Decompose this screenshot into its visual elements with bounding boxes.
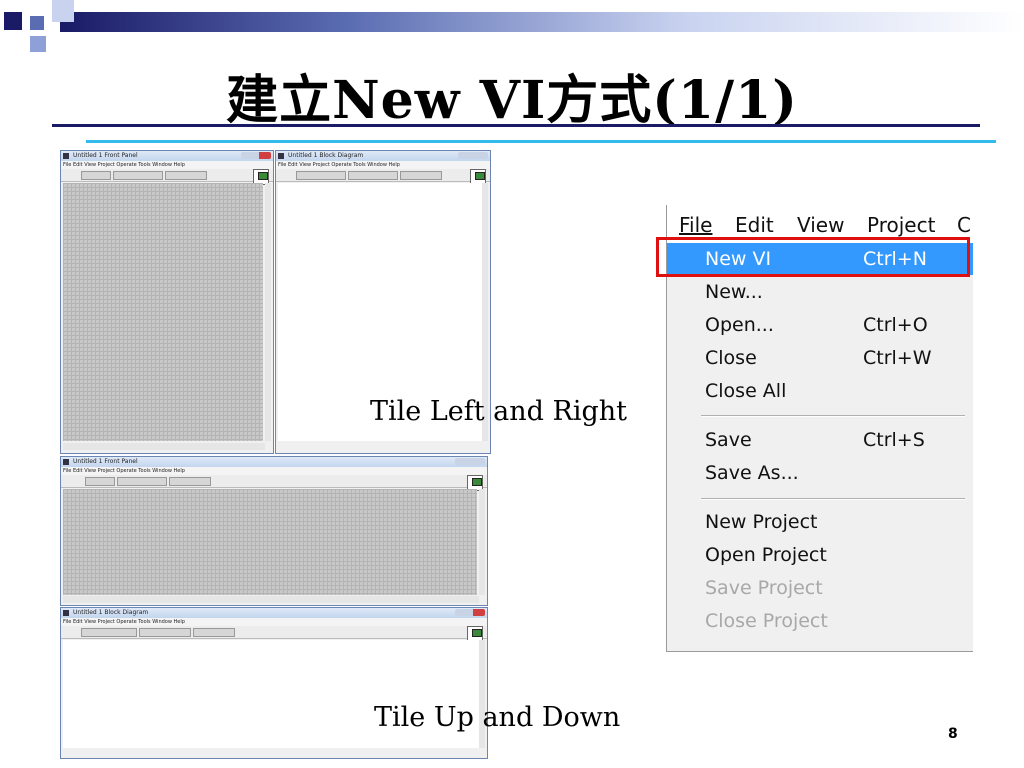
window-menubar: File Edit View Project Operate Tools Win… <box>61 467 487 475</box>
window-toolbar <box>61 475 487 491</box>
run-buttons <box>81 171 111 180</box>
decor-square <box>30 16 44 30</box>
window-controls <box>458 152 488 159</box>
decor-square <box>52 0 74 22</box>
window-title: Untitled 1 Block Diagram <box>288 152 364 159</box>
front-panel-window-left: Untitled 1 Front Panel File Edit View Pr… <box>60 150 274 454</box>
window-controls <box>455 609 485 616</box>
accent-line <box>86 140 996 143</box>
menu-separator <box>701 498 965 500</box>
front-panel-window-top: Untitled 1 Front Panel File Edit View Pr… <box>60 456 488 606</box>
run-buttons <box>85 477 115 486</box>
page-number: 8 <box>948 726 958 742</box>
menu-cut-off[interactable]: C <box>957 213 971 237</box>
menu-edit[interactable]: Edit <box>735 213 774 237</box>
menu-item-save[interactable]: Save Ctrl+S <box>667 424 973 456</box>
font-selector <box>348 171 398 180</box>
labview-icon <box>63 153 69 159</box>
menu-item-label: Save As... <box>705 462 799 484</box>
font-selector <box>117 477 167 486</box>
menu-item-new-project[interactable]: New Project <box>667 506 973 538</box>
menu-item-label: New Project <box>705 511 818 533</box>
scrollbar <box>63 596 479 603</box>
align-buttons <box>165 171 207 180</box>
highlight-frame <box>656 237 970 277</box>
window-titlebar: Untitled 1 Block Diagram <box>61 608 487 618</box>
scrollbar <box>265 183 271 441</box>
run-buttons <box>296 171 346 180</box>
window-titlebar: Untitled 1 Front Panel <box>61 457 487 467</box>
run-buttons <box>81 628 137 637</box>
menu-item-save-as[interactable]: Save As... <box>667 457 973 489</box>
window-menubar: File Edit View Project Operate Tools Win… <box>61 161 273 169</box>
menu-item-label: Close <box>705 347 757 369</box>
window-title: Untitled 1 Front Panel <box>73 152 138 159</box>
menu-item-label: Save <box>705 429 752 451</box>
menu-file[interactable]: File <box>679 213 712 237</box>
menu-item-label: Save Project <box>705 577 823 599</box>
window-titlebar: Untitled 1 Front Panel <box>61 151 273 161</box>
menu-view[interactable]: View <box>797 213 844 237</box>
menu-item-label: Close Project <box>705 610 828 632</box>
labview-icon <box>278 153 284 159</box>
menu-separator <box>701 415 965 417</box>
window-menubar: File Edit View Project Operate Tools Win… <box>276 161 490 169</box>
menu-item-save-project: Save Project <box>667 572 973 604</box>
window-controls <box>241 152 271 159</box>
menu-item-label: Open... <box>705 314 774 336</box>
window-titlebar: Untitled 1 Block Diagram <box>276 151 490 161</box>
front-panel-grid <box>63 489 477 595</box>
caption-tile-left-right: Tile Left and Right <box>370 396 628 427</box>
block-diagram-window-bottom: Untitled 1 Block Diagram File Edit View … <box>60 607 488 759</box>
window-toolbar <box>61 626 487 642</box>
menu-item-close[interactable]: Close Ctrl+W <box>667 342 973 374</box>
font-selector <box>139 628 191 637</box>
window-menubar: File Edit View Project Operate Tools Win… <box>61 618 487 626</box>
menu-item-shortcut: Ctrl+W <box>863 347 932 369</box>
scrollbar <box>479 489 485 595</box>
header-gradient-bar <box>60 12 1024 32</box>
menu-item-shortcut: Ctrl+O <box>863 314 928 336</box>
labview-icon <box>63 459 69 465</box>
menu-item-open[interactable]: Open... Ctrl+O <box>667 309 973 341</box>
menu-item-label: Close All <box>705 380 787 402</box>
slide-title: 建立New VI方式(1/1) <box>226 70 798 131</box>
front-panel-grid <box>63 183 263 441</box>
menu-item-label: New... <box>705 281 763 303</box>
align-buttons <box>400 171 442 180</box>
window-toolbar <box>276 169 490 185</box>
menu-item-close-project: Close Project <box>667 605 973 637</box>
window-controls <box>455 458 485 465</box>
labview-icon <box>63 610 69 616</box>
menu-item-shortcut: Ctrl+S <box>863 429 925 451</box>
menu-item-close-all[interactable]: Close All <box>667 375 973 407</box>
window-toolbar <box>61 169 273 185</box>
menu-item-open-project[interactable]: Open Project <box>667 539 973 571</box>
title-underline <box>52 124 980 127</box>
menu-item-new[interactable]: New... <box>667 276 973 308</box>
menu-item-label: Open Project <box>705 544 827 566</box>
align-buttons <box>193 628 235 637</box>
decor-square <box>4 12 22 30</box>
decor-square <box>30 36 46 52</box>
window-title: Untitled 1 Block Diagram <box>73 609 149 616</box>
font-selector <box>113 171 163 180</box>
window-title: Untitled 1 Front Panel <box>73 458 138 465</box>
menu-project[interactable]: Project <box>867 213 935 237</box>
align-buttons <box>169 477 211 486</box>
caption-tile-up-down: Tile Up and Down <box>374 702 621 733</box>
scrollbar <box>63 443 265 450</box>
